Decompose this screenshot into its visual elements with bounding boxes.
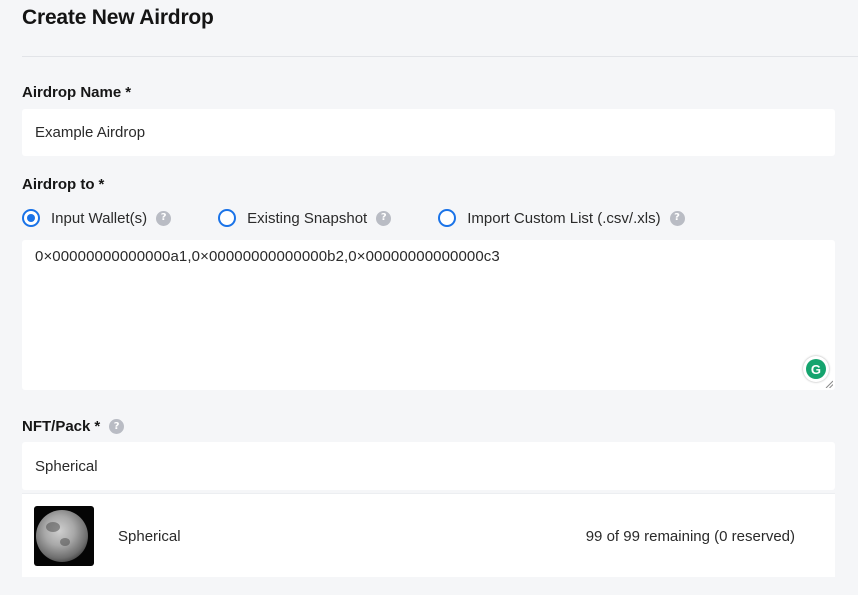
nft-result-name: Spherical [118,528,181,545]
radio-checked-icon[interactable] [22,209,40,227]
resize-handle-icon[interactable] [825,380,833,388]
grammarly-button[interactable]: G [803,356,829,382]
airdrop-to-label: Airdrop to * [22,176,104,193]
moon-image [36,510,88,562]
radio-import-custom-list-label[interactable]: Import Custom List (.csv/.xls) [467,210,660,227]
radio-unchecked-icon[interactable] [438,209,457,227]
radio-existing-snapshot[interactable]: Existing Snapshot ? [218,209,392,227]
nft-pack-result-item[interactable]: Spherical 99 of 99 remaining (0 reserved… [22,493,835,577]
help-icon[interactable]: ? [156,210,172,226]
radio-import-custom-list[interactable]: Import Custom List (.csv/.xls) ? [438,209,685,227]
airdrop-name-input[interactable]: Example Airdrop [22,109,835,156]
header-divider [22,56,858,57]
nft-pack-label: NFT/Pack * ? [22,418,125,435]
wallets-textarea[interactable]: 0×00000000000000a1,0×00000000000000b2,0×… [22,240,835,390]
radio-input-wallets-label[interactable]: Input Wallet(s) [51,210,147,227]
radio-unchecked-icon[interactable] [218,209,237,227]
required-mark: * [98,176,105,193]
required-mark: * [125,84,132,101]
page-title: Create New Airdrop [22,6,214,29]
nft-pack-label-text: NFT/Pack [22,418,91,435]
help-icon[interactable]: ? [376,210,392,226]
help-icon[interactable]: ? [669,210,685,226]
airdrop-name-label-text: Airdrop Name [22,84,122,101]
grammarly-icon: G [806,359,826,379]
airdrop-name-label: Airdrop Name * [22,84,131,101]
nft-thumbnail [34,506,94,566]
radio-existing-snapshot-label[interactable]: Existing Snapshot [247,210,367,227]
wallets-textarea-value: 0×00000000000000a1,0×00000000000000b2,0×… [35,248,500,265]
airdrop-to-label-text: Airdrop to [22,176,95,193]
nft-pack-input[interactable]: Spherical [22,442,835,490]
required-mark: * [94,418,101,435]
help-icon[interactable]: ? [109,419,125,434]
radio-input-wallets[interactable]: Input Wallet(s) ? [22,209,172,227]
nft-result-remaining: 99 of 99 remaining (0 reserved) [585,528,795,545]
airdrop-to-radio-group: Input Wallet(s) ? Existing Snapshot ? Im… [22,209,685,227]
